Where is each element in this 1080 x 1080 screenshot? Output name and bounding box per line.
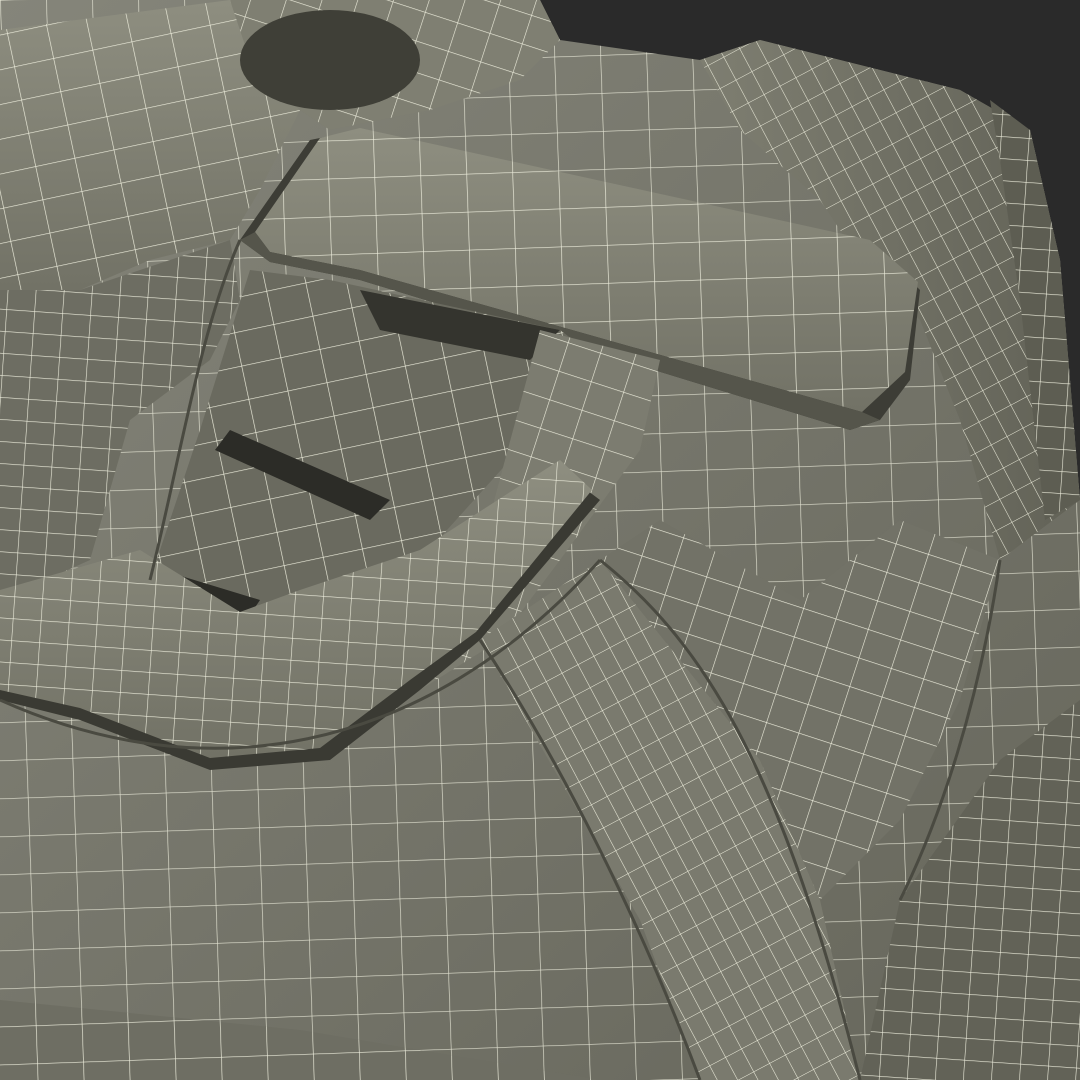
- collar-opening: [240, 10, 420, 110]
- sneaker-wireframe-render: [0, 0, 1080, 1080]
- render-viewport: [0, 0, 1080, 1080]
